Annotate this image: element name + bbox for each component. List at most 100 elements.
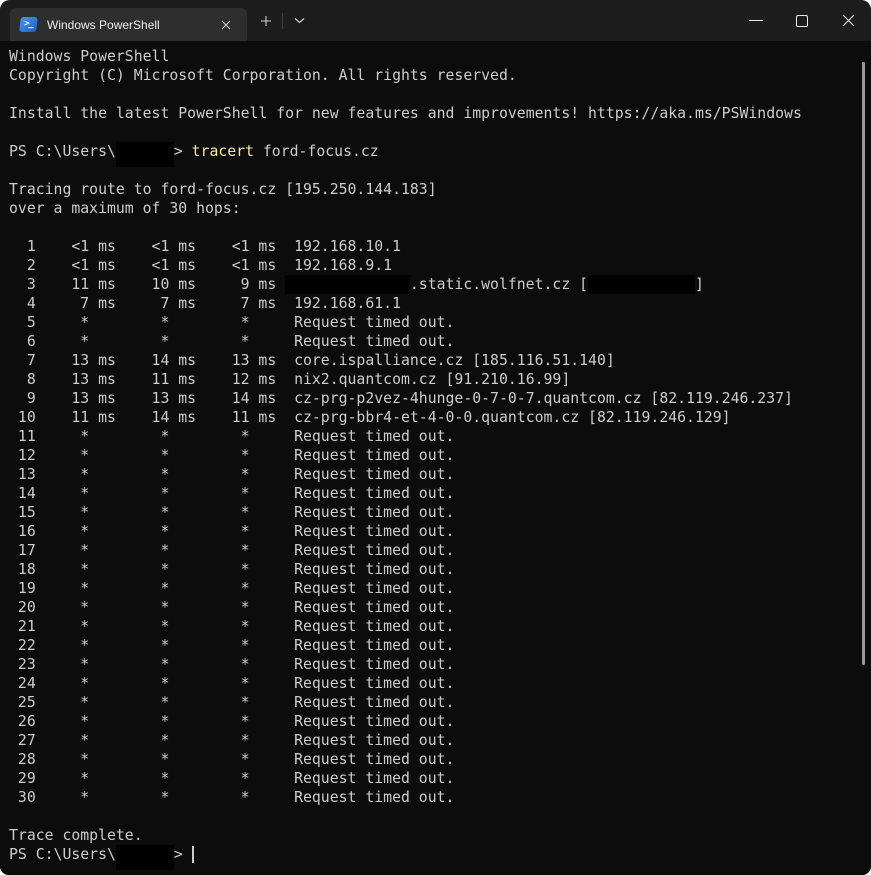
terminal-line: 22 * * * Request timed out. bbox=[9, 636, 871, 655]
terminal-text: over a maximum of 30 hops: bbox=[9, 200, 241, 217]
terminal-text: 13 * * * Request timed out. bbox=[9, 466, 454, 483]
terminal-line: 1 <1 ms <1 ms <1 ms 192.168.10.1 bbox=[9, 237, 871, 256]
close-button[interactable] bbox=[825, 0, 871, 41]
terminal-text: PS C:\Users\ bbox=[9, 846, 116, 863]
terminal-text: 1 <1 ms <1 ms <1 ms 192.168.10.1 bbox=[9, 238, 401, 255]
terminal-text: 22 * * * Request timed out. bbox=[9, 637, 454, 654]
terminal-text: 9 13 ms 13 ms 14 ms cz-prg-p2vez-4hunge-… bbox=[9, 390, 793, 407]
terminal-text: Trace complete. bbox=[9, 827, 143, 844]
terminal-line: Windows PowerShell bbox=[9, 47, 871, 66]
terminal-line bbox=[9, 85, 871, 104]
terminal-line: 23 * * * Request timed out. bbox=[9, 655, 871, 674]
terminal-cursor bbox=[192, 846, 194, 863]
terminal-line: 8 13 ms 11 ms 12 ms nix2.quantcom.cz [91… bbox=[9, 370, 871, 389]
terminal-text: 19 * * * Request timed out. bbox=[9, 580, 454, 597]
tab-windows-powershell[interactable]: >_ Windows PowerShell bbox=[10, 8, 247, 41]
tab-dropdown-button[interactable] bbox=[286, 8, 312, 34]
terminal-line: 27 * * * Request timed out. bbox=[9, 731, 871, 750]
terminal-text: Windows PowerShell bbox=[9, 48, 169, 65]
terminal-text: 5 * * * Request timed out. bbox=[9, 314, 454, 331]
titlebar[interactable]: >_ Windows PowerShell bbox=[0, 0, 871, 41]
terminal-line bbox=[9, 123, 871, 142]
terminal-line: 15 * * * Request timed out. bbox=[9, 503, 871, 522]
close-icon bbox=[842, 14, 855, 27]
terminal-text: .static.wolfnet.cz [ bbox=[410, 276, 588, 293]
minimize-button[interactable] bbox=[733, 0, 779, 41]
terminal-text: 10 11 ms 14 ms 11 ms cz-prg-bbr4-et-4-0-… bbox=[9, 409, 731, 426]
terminal-line: 17 * * * Request timed out. bbox=[9, 541, 871, 560]
terminal-line: Copyright (C) Microsoft Corporation. All… bbox=[9, 66, 871, 85]
powershell-icon: >_ bbox=[19, 17, 38, 32]
terminal-text: Install the latest PowerShell for new fe… bbox=[9, 105, 802, 122]
terminal-text: 23 * * * Request timed out. bbox=[9, 656, 454, 673]
terminal-line: 25 * * * Request timed out. bbox=[9, 693, 871, 712]
new-tab-button[interactable] bbox=[253, 8, 279, 34]
minimize-icon bbox=[749, 20, 763, 21]
terminal-text: 14 * * * Request timed out. bbox=[9, 485, 454, 502]
terminal-line: 24 * * * Request timed out. bbox=[9, 674, 871, 693]
terminal-text: 7 13 ms 14 ms 13 ms core.ispalliance.cz … bbox=[9, 352, 615, 369]
terminal-line: 10 11 ms 14 ms 11 ms cz-prg-bbr4-et-4-0-… bbox=[9, 408, 871, 427]
terminal-text: 6 * * * Request timed out. bbox=[9, 333, 454, 350]
terminal-line: 26 * * * Request timed out. bbox=[9, 712, 871, 731]
terminal-text: PS C:\Users\ bbox=[9, 143, 116, 160]
terminal-text: 28 * * * Request timed out. bbox=[9, 751, 454, 768]
maximize-button[interactable] bbox=[779, 0, 825, 41]
command-text: tracert bbox=[192, 143, 254, 160]
redaction-box bbox=[285, 275, 410, 294]
terminal-text: > bbox=[174, 143, 192, 160]
terminal-line: 19 * * * Request timed out. bbox=[9, 579, 871, 598]
maximize-icon bbox=[796, 15, 808, 27]
terminal-line: over a maximum of 30 hops: bbox=[9, 199, 871, 218]
tab-close-button[interactable] bbox=[213, 12, 239, 38]
terminal-line: 3 11 ms 10 ms 9 ms .static.wolfnet.cz [] bbox=[9, 275, 871, 294]
terminal-text: Tracing route to ford-focus.cz [195.250.… bbox=[9, 181, 437, 198]
terminal-line bbox=[9, 807, 871, 826]
caption-buttons bbox=[733, 0, 871, 41]
terminal-line: 14 * * * Request timed out. bbox=[9, 484, 871, 503]
close-icon bbox=[221, 20, 231, 30]
terminal-text: 29 * * * Request timed out. bbox=[9, 770, 454, 787]
redaction-box bbox=[116, 142, 174, 161]
terminal-line: 12 * * * Request timed out. bbox=[9, 446, 871, 465]
terminal-text: 20 * * * Request timed out. bbox=[9, 599, 454, 616]
tab-title: Windows PowerShell bbox=[47, 18, 213, 32]
tabbar-divider bbox=[282, 13, 283, 29]
terminal-line: 30 * * * Request timed out. bbox=[9, 788, 871, 807]
terminal-text: 30 * * * Request timed out. bbox=[9, 789, 454, 806]
terminal-text: 4 7 ms 7 ms 7 ms 192.168.61.1 bbox=[9, 295, 401, 312]
chevron-down-icon bbox=[294, 17, 305, 24]
terminal-text: 16 * * * Request timed out. bbox=[9, 523, 454, 540]
terminal-text: 17 * * * Request timed out. bbox=[9, 542, 454, 559]
terminal-window: >_ Windows PowerShell bbox=[0, 0, 871, 875]
terminal-line: PS C:\Users\> bbox=[9, 845, 871, 864]
terminal-line: 29 * * * Request timed out. bbox=[9, 769, 871, 788]
terminal-line: 4 7 ms 7 ms 7 ms 192.168.61.1 bbox=[9, 294, 871, 313]
terminal-text: 21 * * * Request timed out. bbox=[9, 618, 454, 635]
terminal-line: PS C:\Users\> tracert ford-focus.cz bbox=[9, 142, 871, 161]
terminal-line bbox=[9, 161, 871, 180]
terminal-line: 21 * * * Request timed out. bbox=[9, 617, 871, 636]
scrollbar[interactable] bbox=[862, 62, 865, 665]
terminal-text: 24 * * * Request timed out. bbox=[9, 675, 454, 692]
tabbar-extra bbox=[247, 0, 312, 41]
terminal-line: 28 * * * Request timed out. bbox=[9, 750, 871, 769]
terminal-text: 25 * * * Request timed out. bbox=[9, 694, 454, 711]
terminal-line: Trace complete. bbox=[9, 826, 871, 845]
terminal-line: Tracing route to ford-focus.cz [195.250.… bbox=[9, 180, 871, 199]
terminal-lines: Windows PowerShellCopyright (C) Microsof… bbox=[9, 47, 871, 864]
redaction-box bbox=[588, 275, 695, 294]
terminal-line: Install the latest PowerShell for new fe… bbox=[9, 104, 871, 123]
terminal-line: 9 13 ms 13 ms 14 ms cz-prg-p2vez-4hunge-… bbox=[9, 389, 871, 408]
plus-icon bbox=[260, 15, 272, 27]
terminal-text: ] bbox=[695, 276, 704, 293]
terminal-text: 11 * * * Request timed out. bbox=[9, 428, 454, 445]
terminal-text: 27 * * * Request timed out. bbox=[9, 732, 454, 749]
redaction-box bbox=[116, 845, 174, 864]
terminal-line bbox=[9, 218, 871, 237]
terminal-text: 15 * * * Request timed out. bbox=[9, 504, 454, 521]
terminal-viewport[interactable]: Windows PowerShellCopyright (C) Microsof… bbox=[0, 41, 871, 875]
terminal-line: 2 <1 ms <1 ms <1 ms 192.168.9.1 bbox=[9, 256, 871, 275]
terminal-text: 2 <1 ms <1 ms <1 ms 192.168.9.1 bbox=[9, 257, 392, 274]
terminal-line: 18 * * * Request timed out. bbox=[9, 560, 871, 579]
